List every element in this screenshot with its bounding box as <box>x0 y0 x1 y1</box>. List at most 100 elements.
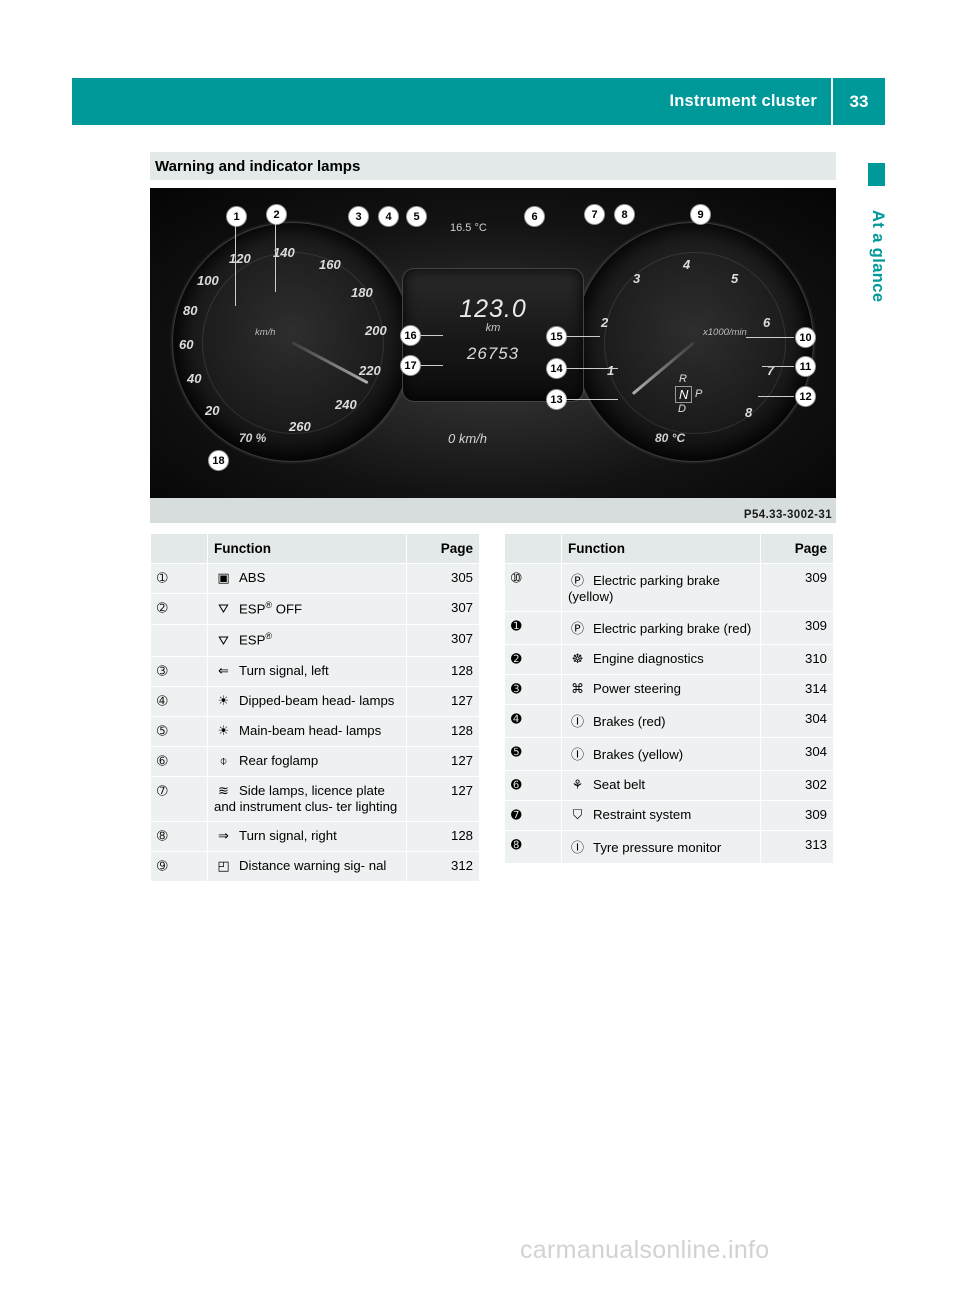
electric-parking-brake-yellow-icon: Ⓟ <box>570 574 584 589</box>
watermark: carmanualsonline.info <box>520 1236 770 1264</box>
top-indicator-strip: 16.5 °C <box>150 222 836 248</box>
center-speed-value: 123.0 <box>459 295 527 323</box>
page-header: Instrument cluster 33 <box>72 78 885 125</box>
row-page: 307 <box>406 592 480 626</box>
row-function: Ⓘ Tyre pressure monitor <box>561 830 761 864</box>
side-lamps-icon: ≋ <box>218 783 229 799</box>
row-function: ⛛ ESP® OFF <box>207 592 407 626</box>
esp-off-suffix: OFF <box>272 601 303 617</box>
figure-caption: P54.33-3002-31 <box>743 509 832 521</box>
row-page: 304 <box>760 704 834 738</box>
row-function: ☀ Dipped-beam head- lamps <box>207 685 407 717</box>
abs-icon: ▣ <box>217 571 230 586</box>
callout-18: 18 <box>208 450 229 471</box>
row-page: 309 <box>760 800 834 831</box>
leader-line-1 <box>235 226 236 306</box>
brakes-yellow-icon: Ⓘ <box>570 748 584 763</box>
row-function: ⚘ Seat belt <box>561 770 761 801</box>
warning-lamps-table-right: Function Page ➉ Ⓟ Electric parking brake … <box>504 533 834 864</box>
outside-temperature: 16.5 °C <box>450 222 487 234</box>
table-row: ➂ ⇐ Turn signal, left 128 <box>150 655 480 687</box>
table-row: ➉ Ⓟ Electric parking brake (yellow) 309 <box>504 563 834 612</box>
tachometer-dial: 1 2 3 4 5 6 7 8 x1000/min R N P D 80 °C <box>574 222 814 462</box>
row-page: 312 <box>406 850 480 882</box>
speedo-num-200: 200 <box>365 323 387 338</box>
callout-6: 6 <box>524 206 545 227</box>
speedo-num-120: 120 <box>229 251 251 266</box>
power-steering-icon: ⌘ <box>571 682 584 697</box>
speedo-num-80: 80 <box>183 303 198 318</box>
page-number: 33 <box>849 91 869 111</box>
row-marker: ➉ <box>504 563 562 612</box>
table-header-row-right: Function Page <box>504 533 834 564</box>
row-page: 304 <box>760 737 834 771</box>
tach-num-4: 4 <box>683 257 691 272</box>
section-title-bar: Warning and indicator lamps <box>150 152 836 180</box>
leader-line-2 <box>275 224 276 292</box>
callout-2: 2 <box>266 204 287 225</box>
row-function: ⛉ Restraint system <box>561 800 761 831</box>
row-function: ⛛ ESP® <box>207 624 407 657</box>
row-page: 313 <box>760 830 834 864</box>
table-row: ➈ ◰ Distance warning sig- nal 312 <box>150 850 480 882</box>
fuel-level-readout: 70 % <box>239 431 267 445</box>
table-row: ➐ ⛉ Restraint system 309 <box>504 800 834 831</box>
tach-num-8: 8 <box>745 405 753 420</box>
turn-signal-right-icon: ⇒ <box>218 828 229 844</box>
row-marker: ➈ <box>150 850 208 882</box>
speedo-num-40: 40 <box>187 371 202 386</box>
warning-lamps-table-left: Function Page ➀ ▣ ABS 305 ➁ ⛛ ESP® OFF 307… <box>150 533 480 882</box>
row-function: ☸ Engine diagnostics <box>561 644 761 675</box>
row-marker: ➊ <box>504 611 562 645</box>
row-function: ◰ Distance warning sig- nal <box>207 850 407 882</box>
rear-foglamp-icon: ⌽ <box>219 753 228 769</box>
row-page: 127 <box>406 745 480 777</box>
row-marker: ➁ <box>150 592 208 626</box>
section-title: Warning and indicator lamps <box>155 157 361 175</box>
bottom-speed-readout: 0 km/h <box>448 431 488 446</box>
esp-off-icon: ⛛ <box>218 602 229 618</box>
row-page: 127 <box>406 685 480 717</box>
row-function: Ⓟ Electric parking brake (red) <box>561 611 761 645</box>
tach-num-2: 2 <box>601 315 609 330</box>
speedo-unit-label: km/h <box>255 327 276 338</box>
row-function: ≋ Side lamps, licence plate and instrumen… <box>207 775 407 822</box>
row-page: 309 <box>760 611 834 645</box>
callout-14: 14 <box>546 358 567 379</box>
gear-display-n: N <box>675 386 693 403</box>
row-page: 302 <box>760 770 834 801</box>
header-function-left: Function <box>207 533 407 564</box>
header-page-right: Page <box>760 533 834 564</box>
row-function: ⇐ Turn signal, left <box>207 655 407 687</box>
main-beam-headlamps-icon: ☀ <box>217 723 230 739</box>
row-marker: ➌ <box>504 674 562 705</box>
speedo-num-100: 100 <box>197 273 219 288</box>
restraint-system-icon: ⛉ <box>572 808 583 823</box>
tach-num-6: 6 <box>763 315 771 330</box>
callout-15: 15 <box>546 326 567 347</box>
speedo-num-180: 180 <box>351 285 373 300</box>
figure-image: 40 60 80 100 120 140 160 180 200 220 240… <box>150 188 836 498</box>
table-row: ➄ ☀ Main-beam head- lamps 128 <box>150 715 480 747</box>
table-row: ⛛ ESP® 307 <box>150 624 480 657</box>
esp-icon: ⛛ <box>218 633 229 649</box>
callout-1: 1 <box>226 206 247 227</box>
seat-belt-icon: ⚘ <box>571 778 584 793</box>
row-function: ▣ ABS <box>207 563 407 594</box>
row-marker: ➂ <box>150 655 208 687</box>
row-marker: ➄ <box>150 715 208 747</box>
coolant-temp-readout: 80 °C <box>655 431 686 445</box>
callout-8: 8 <box>614 204 635 225</box>
distance-warning-icon: ◰ <box>217 858 230 874</box>
table-row: ➎ Ⓘ Brakes (yellow) 304 <box>504 737 834 771</box>
tach-num-1: 1 <box>607 363 615 378</box>
engine-diagnostics-icon: ☸ <box>571 652 584 667</box>
leader-line-15 <box>566 336 600 337</box>
leader-line-12 <box>758 396 794 397</box>
row-page: 128 <box>406 655 480 687</box>
gear-display-r: R <box>679 373 687 385</box>
row-marker <box>150 624 208 657</box>
speedo-num-260: 260 <box>289 419 311 434</box>
leader-line-11 <box>762 366 794 367</box>
table-row: ➁ ⛛ ESP® OFF 307 <box>150 592 480 626</box>
